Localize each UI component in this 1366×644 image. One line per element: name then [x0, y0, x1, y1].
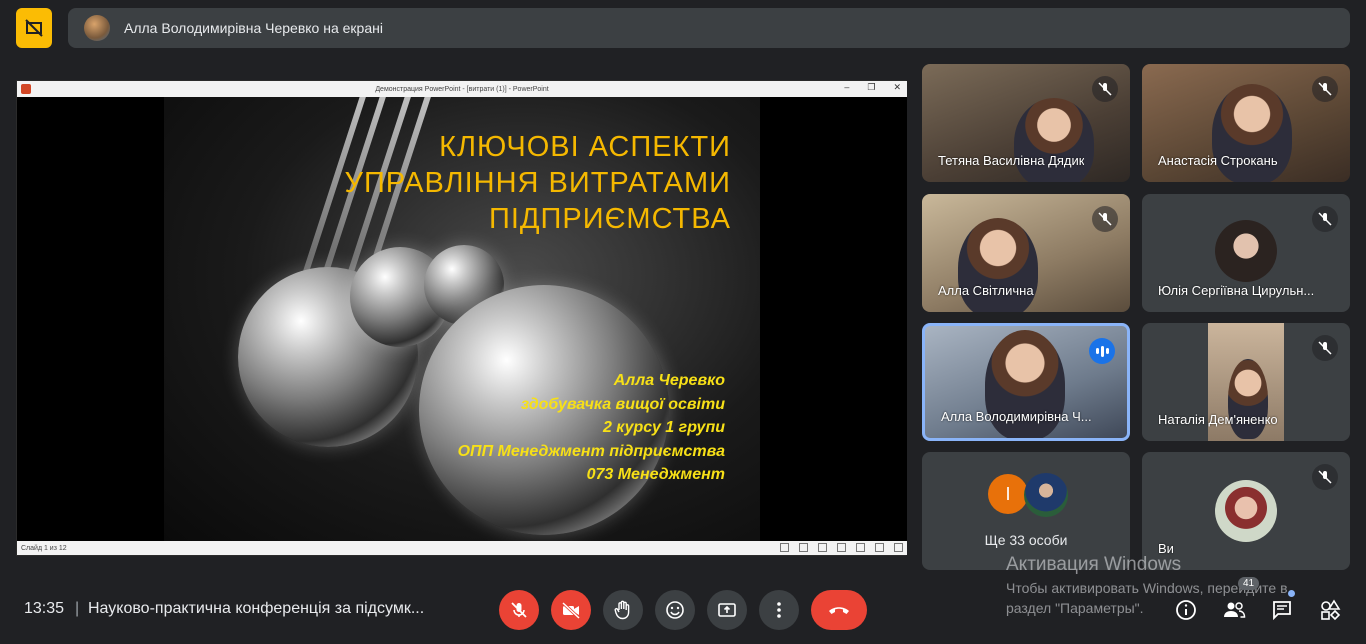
people-icon [1224, 602, 1246, 618]
powerpoint-titlebar: Демонстрация PowerPoint - [витрати (1)] … [17, 81, 907, 97]
windows-activation-title: Активация Windows [1006, 554, 1182, 575]
restore-icon: ❐ [867, 82, 876, 92]
present-screen-button[interactable] [707, 590, 747, 630]
call-end-icon [829, 607, 849, 614]
participant-name: Тетяна Василівна Дядик [938, 153, 1085, 168]
more-participants-label: Ще 33 особи [984, 532, 1068, 548]
mic-off-icon [511, 602, 527, 618]
powerpoint-icon [21, 84, 31, 94]
meeting-title: Науково-практична конференція за підсумк… [88, 600, 425, 617]
stop-presenting-button[interactable] [16, 8, 52, 48]
present-off-icon [25, 19, 43, 37]
participant-tile[interactable]: Алла Світлична [922, 194, 1130, 312]
mic-off-icon [1092, 206, 1118, 232]
window-controls: – ❐ ✕ [844, 82, 901, 93]
participant-avatar [1215, 220, 1277, 282]
participant-count-badge: 41 [1238, 577, 1260, 590]
info-icon [1176, 600, 1196, 620]
participant-name: Анастасія Строкань [1158, 153, 1278, 168]
mic-off-icon [1312, 206, 1338, 232]
emoji-icon [666, 601, 684, 619]
microphone-toggle-button[interactable] [499, 590, 539, 630]
camera-off-icon [561, 601, 581, 619]
close-icon: ✕ [893, 82, 901, 92]
mic-off-icon [1312, 76, 1338, 102]
powerpoint-statusbar: Слайд 1 из 12 [17, 541, 907, 555]
bottom-bar: 13:35 | Науково-практична конференція за… [0, 576, 1366, 644]
participant-initial-avatar: І [988, 474, 1028, 514]
view-buttons [780, 543, 903, 552]
mic-off-icon [1312, 335, 1338, 361]
mic-off-icon [1312, 464, 1338, 490]
activities-button[interactable] [1314, 594, 1346, 626]
participant-name: Наталія Дем'яненко [1158, 412, 1278, 427]
participant-tile[interactable]: Юлія Сергіївна Цирульн... [1142, 194, 1350, 312]
slide-title: КЛЮЧОВІ АСПЕКТИ УПРАВЛІННЯ ВИТРАТАМИ ПІД… [344, 131, 731, 235]
camera-toggle-button[interactable] [551, 590, 591, 630]
reactions-button[interactable] [655, 590, 695, 630]
participant-name: Алла Володимирівна Ч... [941, 409, 1092, 424]
shared-screen[interactable]: Демонстрация PowerPoint - [витрати (1)] … [16, 80, 907, 556]
shapes-icon [1321, 599, 1341, 621]
present-icon [718, 603, 736, 617]
self-tile[interactable]: Ви [1142, 452, 1350, 570]
more-participants-tile[interactable]: І Ще 33 особи [922, 452, 1130, 570]
chat-button[interactable] [1266, 594, 1298, 626]
raise-hand-button[interactable] [603, 590, 643, 630]
slide-counter: Слайд 1 из 12 [21, 544, 67, 552]
participant-tile-speaking[interactable]: Алла Володимирівна Ч... [922, 323, 1130, 441]
chat-icon [1273, 601, 1291, 621]
people-button[interactable] [1218, 594, 1250, 626]
leave-call-button[interactable] [811, 590, 867, 630]
presenting-banner-text: Алла Володимирівна Черевко на екрані [124, 20, 383, 36]
participant-avatar [1024, 473, 1068, 517]
more-vert-icon [777, 602, 781, 618]
hand-icon [614, 600, 630, 620]
minimize-icon: – [844, 82, 850, 92]
clock: 13:35 [24, 600, 65, 617]
participant-name: Юлія Сергіївна Цирульн... [1158, 283, 1315, 298]
participant-tile[interactable]: Анастасія Строкань [1142, 64, 1350, 182]
presenting-banner: Алла Володимирівна Черевко на екрані [68, 8, 1350, 48]
self-avatar [1215, 480, 1277, 542]
presenter-avatar [84, 15, 110, 41]
participant-name: Алла Світлична [938, 283, 1034, 298]
chat-notification-dot [1288, 590, 1295, 597]
participant-tile[interactable]: Тетяна Василівна Дядик [922, 64, 1130, 182]
slide-subtitle: Алла Черевко здобувачка вищої освіти 2 к… [457, 372, 725, 483]
powerpoint-window-title: Демонстрация PowerPoint - [витрати (1)] … [375, 85, 549, 93]
slide: КЛЮЧОВІ АСПЕКТИ УПРАВЛІННЯ ВИТРАТАМИ ПІД… [17, 97, 907, 543]
more-options-button[interactable] [759, 590, 799, 630]
meeting-details-button[interactable] [1170, 594, 1202, 626]
mic-off-icon [1092, 76, 1118, 102]
top-bar: Алла Володимирівна Черевко на екрані [0, 0, 1366, 56]
participant-tile[interactable]: Наталія Дем'яненко [1142, 323, 1350, 441]
speaking-indicator-icon [1089, 338, 1115, 364]
separator: | [75, 600, 80, 617]
